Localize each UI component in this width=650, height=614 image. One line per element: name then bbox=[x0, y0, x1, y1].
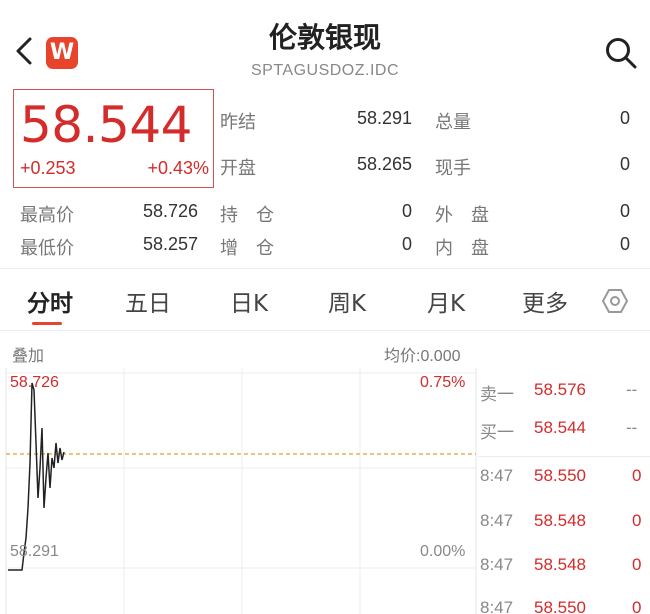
position-value: 0 bbox=[401, 201, 412, 221]
tab-intraday[interactable]: 分时 bbox=[27, 284, 73, 318]
trade-volume: 0 bbox=[632, 466, 642, 485]
increase-value: 0 bbox=[401, 234, 412, 254]
search-icon[interactable] bbox=[604, 36, 638, 70]
ask1-price: 58.576 bbox=[534, 380, 586, 399]
trade-price: 58.550 bbox=[534, 466, 586, 485]
open-label: 开盘 bbox=[220, 158, 256, 178]
inner-value: 0 bbox=[619, 234, 630, 254]
chart-bottom-pct: 0.00% bbox=[420, 543, 466, 560]
trade-time: 8:47 bbox=[480, 466, 514, 485]
total-volume-label: 总量 bbox=[435, 112, 471, 132]
settings-hexagon-icon[interactable] bbox=[602, 288, 628, 314]
chart-bottom-price: 58.291 bbox=[10, 543, 59, 560]
prev-close-label: 昨结 bbox=[220, 112, 256, 132]
header: W 伦敦银现 SPTAGUSDOZ.IDC bbox=[0, 0, 650, 88]
low-label: 最低价 bbox=[20, 238, 74, 258]
trade-row: 8:47 58.550 0 bbox=[478, 598, 650, 614]
trade-time: 8:47 bbox=[480, 511, 514, 530]
bid1-label: 买一 bbox=[480, 423, 514, 442]
inner-label: 内 盘 bbox=[435, 238, 489, 258]
trade-time: 8:47 bbox=[480, 555, 514, 574]
page-title: 伦敦银现 bbox=[268, 21, 381, 54]
low-value: 58.257 bbox=[142, 234, 198, 254]
bid1-volume: -- bbox=[626, 418, 638, 437]
trade-row: 8:47 58.548 0 bbox=[478, 555, 650, 585]
symbol-code: SPTAGUSDOZ.IDC bbox=[250, 62, 400, 79]
current-hand-value: 0 bbox=[619, 154, 630, 174]
position-label: 持 仓 bbox=[220, 205, 274, 225]
trade-volume: 0 bbox=[632, 555, 642, 574]
prev-close-value: 58.291 bbox=[356, 108, 412, 128]
outer-value: 0 bbox=[619, 201, 630, 221]
tab-weekly-k[interactable]: 周K bbox=[328, 284, 366, 318]
price-change: +0.253 bbox=[20, 158, 76, 178]
period-tabs: 分时 五日 日K 周K 月K 更多 bbox=[0, 276, 650, 328]
increase-label: 增 仓 bbox=[220, 238, 274, 258]
last-price: 58.544 bbox=[20, 96, 192, 154]
chart-top-pct: 0.75% bbox=[420, 374, 466, 391]
trade-volume: 0 bbox=[632, 511, 642, 530]
current-hand-label: 现手 bbox=[435, 158, 471, 178]
divider bbox=[0, 268, 650, 269]
bid1-price: 58.544 bbox=[534, 418, 586, 437]
chart-top-price: 58.726 bbox=[10, 374, 59, 391]
divider bbox=[0, 330, 650, 331]
trade-time: 8:47 bbox=[480, 598, 514, 614]
ask1-row: 卖一 58.576 -- bbox=[478, 380, 650, 410]
trade-price: 58.550 bbox=[534, 598, 586, 614]
trade-row: 8:47 58.548 0 bbox=[478, 511, 650, 541]
trade-volume: 0 bbox=[632, 598, 642, 614]
avg-price-label: 均价:0.000 bbox=[384, 348, 461, 365]
tab-five-day[interactable]: 五日 bbox=[125, 284, 171, 318]
divider bbox=[478, 456, 650, 457]
trade-row: 8:47 58.550 0 bbox=[478, 466, 650, 496]
price-box: 58.544 +0.253 +0.43% bbox=[13, 89, 214, 188]
tab-monthly-k[interactable]: 月K bbox=[427, 284, 465, 318]
high-value: 58.726 bbox=[142, 201, 198, 221]
ask1-label: 卖一 bbox=[480, 385, 514, 404]
total-volume-value: 0 bbox=[619, 108, 630, 128]
outer-label: 外 盘 bbox=[435, 205, 489, 225]
active-tab-indicator bbox=[32, 322, 62, 325]
tab-more[interactable]: 更多 bbox=[522, 284, 568, 318]
trade-price: 58.548 bbox=[534, 555, 586, 574]
open-value: 58.265 bbox=[356, 154, 412, 174]
intraday-chart bbox=[5, 368, 477, 614]
trade-price: 58.548 bbox=[534, 511, 586, 530]
overlay-button[interactable]: 叠加 bbox=[12, 342, 44, 366]
price-change-pct: +0.43% bbox=[147, 158, 209, 178]
bid1-row: 买一 58.544 -- bbox=[478, 418, 650, 448]
high-label: 最高价 bbox=[20, 205, 74, 225]
tab-daily-k[interactable]: 日K bbox=[230, 284, 268, 318]
ask1-volume: -- bbox=[626, 380, 638, 399]
